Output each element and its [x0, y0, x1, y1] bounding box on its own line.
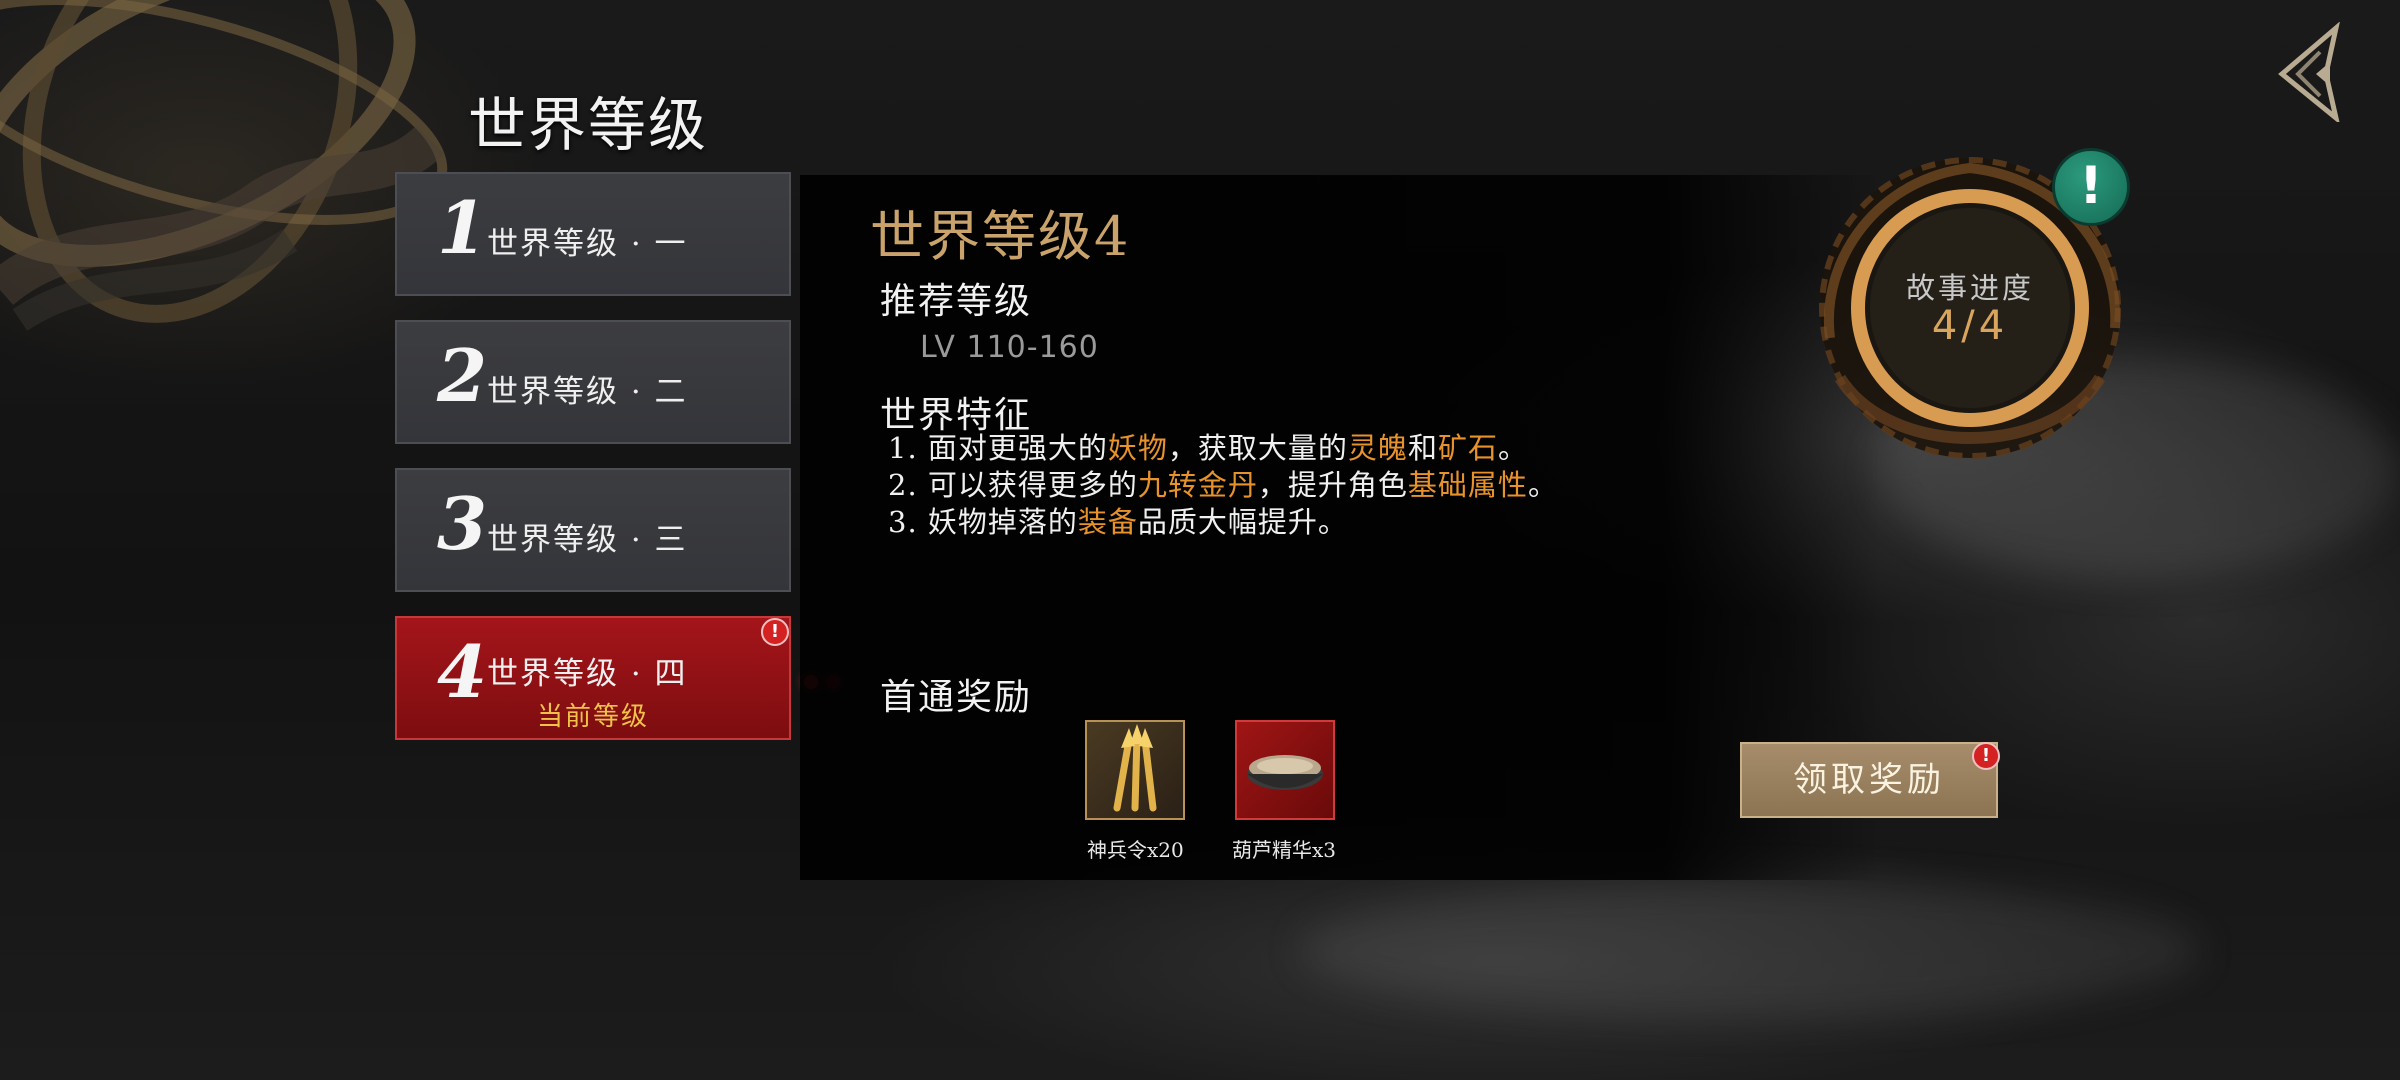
- highlight-text: 九转金丹: [1137, 468, 1258, 502]
- level-item-1[interactable]: 1 世界等级 · 一: [395, 172, 791, 296]
- highlight-text: 基础属性: [1407, 468, 1528, 502]
- level-number: 3: [437, 481, 488, 566]
- world-level-screen: 世界等级 1 世界等级 · 一 2 世界等级 · 二 3 世界等级 · 三 4 …: [0, 0, 2400, 1080]
- reward-label-1: 神兵令x20: [1087, 838, 1184, 862]
- level-number: 2: [437, 333, 488, 418]
- world-features-list: 1. 面对更强大的妖物，获取大量的灵魄和矿石。 2. 可以获得更多的九转金丹，提…: [888, 430, 1558, 541]
- level-number: 1: [437, 185, 488, 270]
- story-progress-title: 故事进度: [1905, 271, 2034, 305]
- level-item-3[interactable]: 3 世界等级 · 三: [395, 468, 791, 592]
- claim-reward-button[interactable]: 领取奖励: [1740, 742, 1998, 818]
- recommend-level-value: LV 110-160: [920, 330, 1099, 365]
- current-level-tag: 当前等级: [537, 702, 650, 732]
- story-progress-value: 4/4: [1931, 303, 2009, 349]
- highlight-text: 矿石: [1437, 431, 1498, 465]
- level-number: 4: [437, 629, 488, 714]
- feature-line-3: 3. 妖物掉落的装备品质大幅提升。: [888, 505, 1348, 539]
- detail-title: 世界等级4: [870, 205, 1131, 268]
- bowl-of-powder-icon: [1247, 755, 1323, 790]
- recommend-level-heading: 推荐等级: [880, 281, 1033, 322]
- highlight-text: 装备: [1077, 505, 1138, 539]
- level-label: 世界等级 · 一: [487, 226, 688, 262]
- level-label: 世界等级 · 三: [487, 522, 688, 558]
- page-title: 世界等级: [468, 91, 709, 159]
- reward-slot-2[interactable]: [1235, 720, 1335, 820]
- level-item-2[interactable]: 2 世界等级 · 二: [395, 320, 791, 444]
- alert-badge: !: [761, 618, 789, 646]
- reward-label-2: 葫芦精华x3: [1232, 838, 1337, 862]
- feature-line-2: 2. 可以获得更多的九转金丹，提升角色基础属性。: [888, 468, 1558, 502]
- highlight-text: 灵魄: [1347, 431, 1408, 465]
- level-item-4-selected[interactable]: 4 世界等级 · 四 当前等级 !: [395, 616, 791, 740]
- feature-line-1: 1. 面对更强大的妖物，获取大量的灵魄和矿石。: [888, 431, 1528, 465]
- back-button[interactable]: [2268, 22, 2348, 122]
- first-clear-reward-heading: 首通奖励: [880, 677, 1033, 718]
- story-alert-badge[interactable]: !: [2052, 148, 2130, 226]
- golden-arrows-icon: [1113, 724, 1157, 812]
- ink-smear: [1300, 880, 2200, 1020]
- claim-alert-badge: !: [1972, 742, 2000, 770]
- reward-slot-1[interactable]: [1085, 720, 1185, 820]
- level-label: 世界等级 · 二: [487, 374, 688, 410]
- level-label: 世界等级 · 四: [487, 656, 688, 692]
- highlight-text: 妖物: [1107, 431, 1168, 465]
